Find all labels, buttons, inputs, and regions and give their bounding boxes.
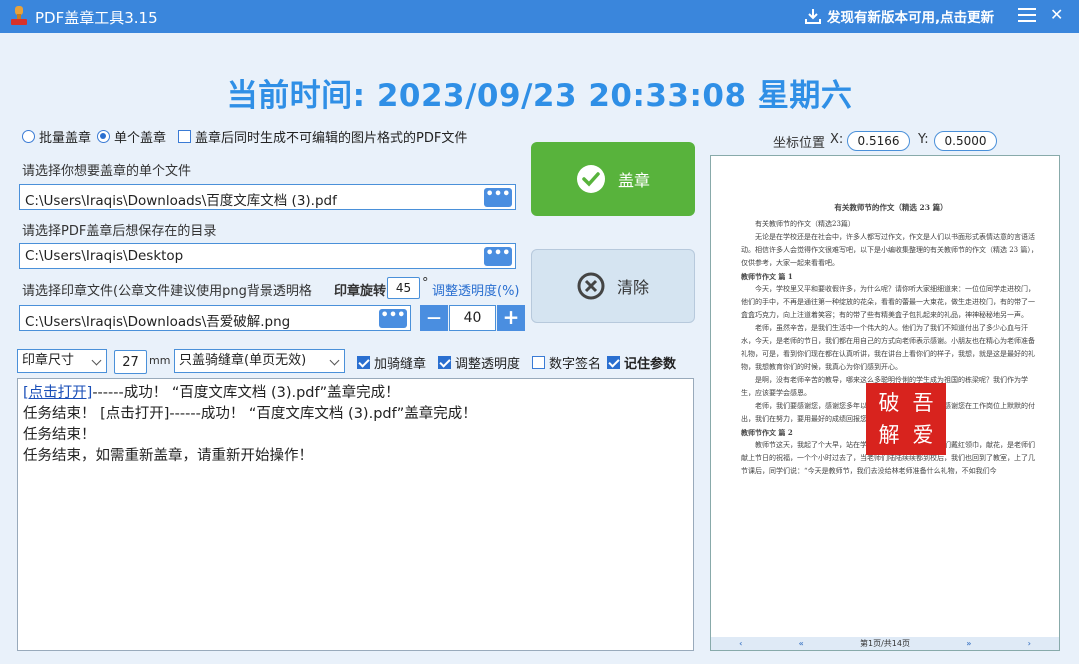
seal-char: 解 xyxy=(878,423,900,447)
doc-subtitle: 有关教师节的作文（精选23篇） xyxy=(755,220,855,228)
x-coord-input[interactable]: 0.5166 xyxy=(847,131,910,151)
size-input[interactable]: 27 xyxy=(114,350,147,374)
doc-paragraph: 老师，虽然辛苦，是我们生活中一个伟大的人。他们为了我们不知道付出了多少心血与汗水… xyxy=(741,324,1035,371)
outdir-input[interactable]: C:\Users\Iraqis\Desktop ••• xyxy=(19,243,516,269)
mode-options: 批量盖章 单个盖章 盖章后同时生成不可编辑的图片格式的PDF文件 xyxy=(22,127,467,146)
y-coord-input[interactable]: 0.5000 xyxy=(934,131,997,151)
stamp-path-input[interactable]: C:\Users\Iraqis\Downloads\吾爱破解.png ••• xyxy=(19,305,411,331)
clear-button[interactable]: 清除 xyxy=(531,249,695,323)
settings-checkboxes: 加骑缝章 调整透明度 数字签名 记住参数 xyxy=(357,349,676,375)
stamp-mode-select-value: 只盖骑缝章(单页无效) xyxy=(179,353,307,368)
menu-icon[interactable] xyxy=(1018,8,1036,24)
stamp-size-select-value: 印章尺寸 xyxy=(22,353,75,368)
app-title: PDF盖章工具3.15 xyxy=(35,9,158,27)
digital-sign-checkbox[interactable] xyxy=(532,355,546,369)
log-line: 任务结束！ xyxy=(23,427,96,443)
single-label: 单个盖章 xyxy=(114,131,167,146)
batch-label: 批量盖章 xyxy=(39,131,92,146)
stamp-seal[interactable]: 破 吾 解 爱 xyxy=(866,383,946,455)
stamp-path-value: C:\Users\Iraqis\Downloads\吾爱破解.png xyxy=(25,314,291,330)
stamp-mode-select[interactable]: 只盖骑缝章(单页无效) xyxy=(174,349,345,373)
update-text: 发现有新版本可用,点击更新 xyxy=(827,10,995,26)
prev-page-button[interactable]: « xyxy=(799,639,804,648)
log-line: 任务结束！ [点击打开]------成功！ “百度文库文档 (3).pdf”盖章… xyxy=(23,406,477,422)
current-time: 当前时间: 2023/09/23 20:33:08 星期六 xyxy=(226,78,853,114)
stamp-button-label: 盖章 xyxy=(617,171,650,190)
opacity-value-input[interactable]: 40 xyxy=(449,305,496,331)
size-unit: mm xyxy=(149,354,171,367)
stamp-button[interactable]: 盖章 xyxy=(531,142,695,216)
opacity-increase-button[interactable]: + xyxy=(497,305,525,331)
last-page-button[interactable]: › xyxy=(1028,639,1031,648)
opacity-checkbox-label: 调整透明度 xyxy=(455,356,521,372)
opacity-label: 调整透明度(%) xyxy=(432,284,520,299)
doc-heading: 教师节作文 篇 1 xyxy=(741,272,793,281)
stamp-size-select[interactable]: 印章尺寸 xyxy=(17,349,107,373)
doc-paragraph: 无论是在学校还是在社会中，许多人都写过作文，作文是人们以书面形式表情达意的言语活… xyxy=(741,233,1038,267)
remember-checkbox[interactable] xyxy=(607,355,621,369)
opacity-checkbox[interactable] xyxy=(438,355,452,369)
open-link[interactable]: [点击打开] xyxy=(23,385,92,401)
outdir-label: 请选择PDF盖章后想保存在的目录 xyxy=(22,224,217,239)
single-radio[interactable] xyxy=(97,130,111,143)
log-line: 任务结束，如需重新盖章，请重新开始操作！ xyxy=(23,448,313,464)
title-bar: PDF盖章工具3.15 发现有新版本可用,点击更新 ✕ xyxy=(0,0,1079,33)
browse-stamp-button[interactable]: ••• xyxy=(379,309,407,328)
first-page-button[interactable]: ‹ xyxy=(739,639,742,648)
file-path-value: C:\Users\Iraqis\Downloads\百度文库文档 (3).pdf xyxy=(25,193,337,209)
clear-button-label: 清除 xyxy=(616,278,649,297)
download-icon xyxy=(805,9,821,24)
outdir-value: C:\Users\Iraqis\Desktop xyxy=(25,248,184,264)
browse-file-button[interactable]: ••• xyxy=(484,188,512,207)
page-navigator: ‹ « 第1页/共14页 » › xyxy=(711,637,1059,650)
log-output[interactable]: [点击打开]------成功！ “百度文库文档 (3).pdf”盖章完成！ 任务… xyxy=(17,378,694,651)
pdf-preview[interactable]: 有关教师节的作文（精选 23 篇） 有关教师节的作文（精选23篇） 无论是在学校… xyxy=(710,155,1060,651)
browse-outdir-button[interactable]: ••• xyxy=(484,247,512,266)
batch-radio[interactable] xyxy=(22,130,35,143)
seal-char: 吾 xyxy=(912,391,934,415)
digital-sign-label: 数字签名 xyxy=(549,356,602,372)
close-icon[interactable]: ✕ xyxy=(1050,5,1063,24)
close-circle-icon xyxy=(577,272,605,300)
image-pdf-label: 盖章后同时生成不可编辑的图片格式的PDF文件 xyxy=(195,131,468,146)
image-pdf-checkbox[interactable] xyxy=(178,130,192,143)
seal-char: 破 xyxy=(878,391,900,415)
coords-label: 坐标位置 xyxy=(773,136,826,151)
x-label: X: xyxy=(830,132,844,147)
next-page-button[interactable]: » xyxy=(966,639,971,648)
file-path-input[interactable]: C:\Users\Iraqis\Downloads\百度文库文档 (3).pdf… xyxy=(19,184,516,210)
remember-label: 记住参数 xyxy=(624,356,677,372)
doc-title: 有关教师节的作文（精选 23 篇） xyxy=(834,203,948,212)
stampfile-label: 请选择印章文件(公章文件建议使用png背景透明格 xyxy=(22,284,312,299)
log-line: [点击打开]------成功！ “百度文库文档 (3).pdf”盖章完成！ xyxy=(23,383,688,404)
stamp-app-icon xyxy=(11,6,27,25)
opacity-decrease-button[interactable]: — xyxy=(420,305,448,331)
seam-checkbox[interactable] xyxy=(357,355,370,369)
y-label: Y: xyxy=(918,132,929,147)
log-line-text: ------成功！ “百度文库文档 (3).pdf”盖章完成！ xyxy=(92,385,400,401)
rotate-input[interactable]: 45 xyxy=(387,277,420,299)
update-link[interactable]: 发现有新版本可用,点击更新 xyxy=(805,6,994,26)
seal-char: 爱 xyxy=(912,423,934,447)
rotate-label: 印章旋转 xyxy=(334,284,387,299)
seam-label: 加骑缝章 xyxy=(374,356,427,372)
file-label: 请选择你想要盖章的单个文件 xyxy=(22,164,192,179)
doc-paragraph: 今天，学校里又平和要收假许多，为什么呢？请你听大家细细道来：一位位同学走进校门，… xyxy=(741,285,1035,319)
page-indicator: 第1页/共14页 xyxy=(860,639,910,648)
degree-unit: ° xyxy=(422,276,429,291)
check-circle-icon xyxy=(576,165,605,193)
